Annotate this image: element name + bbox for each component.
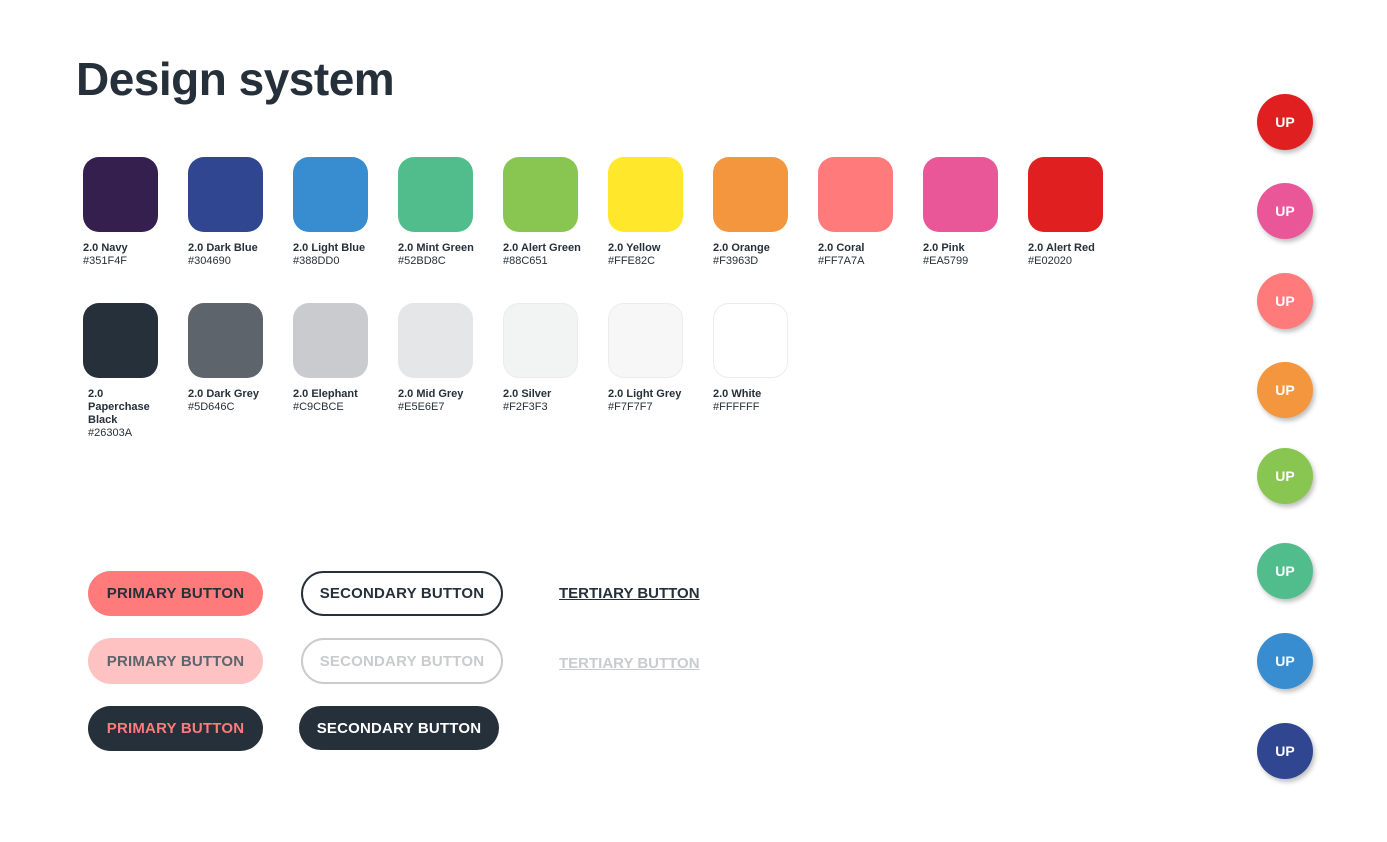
tertiary-button[interactable]: TERTIARY BUTTON <box>559 585 700 602</box>
up-label: UP <box>1275 293 1295 309</box>
swatch-chip <box>83 157 158 232</box>
swatch-hex: #F3963D <box>713 255 759 267</box>
swatch-name: 2.0 Yellow <box>608 242 661 254</box>
swatch-name: 2.0 Navy <box>83 242 128 254</box>
secondary-button-disabled[interactable]: SECONDARY BUTTON <box>301 638 503 684</box>
swatch-chip <box>818 157 893 232</box>
swatch-name: 2.0 White <box>713 388 762 400</box>
up-button-pink[interactable]: UP <box>1257 183 1313 239</box>
up-label: UP <box>1275 468 1295 484</box>
color-swatch-yellow: 2.0 Yellow #FFE82C <box>608 157 683 268</box>
swatch-chip <box>503 157 578 232</box>
swatch-hex: #351F4F <box>83 255 128 267</box>
swatch-hex: #F2F3F3 <box>503 401 548 413</box>
up-label: UP <box>1275 743 1295 759</box>
swatch-name: 2.0 Alert Red <box>1028 242 1095 254</box>
swatch-hex: #E02020 <box>1028 255 1073 267</box>
swatch-chip <box>293 157 368 232</box>
color-swatch-elephant: 2.0 Elephant #C9CBCE <box>293 303 368 440</box>
up-button-red[interactable]: UP <box>1257 94 1313 150</box>
color-swatch-alert-green: 2.0 Alert Green #88C651 <box>503 157 581 268</box>
swatch-hex: #C9CBCE <box>293 401 344 413</box>
color-palette-row-2: 2.0 Paperchase Black #26303A 2.0 Dark Gr… <box>83 303 788 440</box>
swatch-hex: #FF7A7A <box>818 255 865 267</box>
swatch-name: 2.0 Mint Green <box>398 242 474 254</box>
swatch-chip <box>398 157 473 232</box>
swatch-hex: #304690 <box>188 255 231 267</box>
color-swatch-navy: 2.0 Navy #351F4F <box>83 157 158 268</box>
up-button-light-blue[interactable]: UP <box>1257 633 1313 689</box>
up-label: UP <box>1275 382 1295 398</box>
color-swatch-mint-green: 2.0 Mint Green #52BD8C <box>398 157 474 268</box>
swatch-hex: #88C651 <box>503 255 548 267</box>
tertiary-button-disabled[interactable]: TERTIARY BUTTON <box>559 655 700 672</box>
up-label: UP <box>1275 203 1295 219</box>
swatch-name: 2.0 Light Blue <box>293 242 366 254</box>
up-button-dark-blue[interactable]: UP <box>1257 723 1313 779</box>
up-label: UP <box>1275 114 1295 130</box>
swatch-name: 2.0 Elephant <box>293 388 358 400</box>
swatch-chip <box>503 303 578 378</box>
swatch-hex: #26303A <box>88 427 133 439</box>
secondary-button[interactable]: SECONDARY BUTTON <box>301 571 503 616</box>
color-swatch-paperchase-black: 2.0 Paperchase Black #26303A <box>83 303 158 440</box>
primary-button[interactable]: PRIMARY BUTTON <box>88 571 263 616</box>
color-swatch-silver: 2.0 Silver #F2F3F3 <box>503 303 578 440</box>
swatch-chip <box>1028 157 1103 232</box>
swatch-name: 2.0 Silver <box>503 388 552 400</box>
swatch-name: 2.0 Orange <box>713 242 770 254</box>
swatch-hex: #E5E6E7 <box>398 401 445 413</box>
swatch-chip <box>608 157 683 232</box>
swatch-chip <box>398 303 473 378</box>
swatch-chip <box>713 157 788 232</box>
swatch-name: 2.0 Mid Grey <box>398 388 464 400</box>
swatch-hex: #FFE82C <box>608 255 656 267</box>
color-swatch-dark-grey: 2.0 Dark Grey #5D646C <box>188 303 263 440</box>
swatch-name: 2.0 Light Grey <box>608 388 682 400</box>
secondary-button-dark[interactable]: SECONDARY BUTTON <box>299 706 499 750</box>
swatch-chip <box>713 303 788 378</box>
up-button-alert-green[interactable]: UP <box>1257 448 1313 504</box>
swatch-hex: #5D646C <box>188 401 235 413</box>
color-swatch-light-grey: 2.0 Light Grey #F7F7F7 <box>608 303 683 440</box>
swatch-name: 2.0 Coral <box>818 242 865 254</box>
up-button-orange[interactable]: UP <box>1257 362 1313 418</box>
up-button-mint-green[interactable]: UP <box>1257 543 1313 599</box>
swatch-hex: #388DD0 <box>293 255 340 267</box>
color-palette-row-1: 2.0 Navy #351F4F 2.0 Dark Blue #304690 2… <box>83 157 1103 268</box>
primary-button-disabled[interactable]: PRIMARY BUTTON <box>88 638 263 684</box>
swatch-chip <box>293 303 368 378</box>
up-button-coral[interactable]: UP <box>1257 273 1313 329</box>
color-swatch-light-blue: 2.0 Light Blue #388DD0 <box>293 157 368 268</box>
color-swatch-pink: 2.0 Pink #EA5799 <box>923 157 998 268</box>
color-swatch-dark-blue: 2.0 Dark Blue #304690 <box>188 157 263 268</box>
swatch-name: 2.0 Pink <box>923 242 965 254</box>
primary-button-dark[interactable]: PRIMARY BUTTON <box>88 706 263 751</box>
color-swatch-white: 2.0 White #FFFFFF <box>713 303 788 440</box>
swatch-hex: #F7F7F7 <box>608 401 653 413</box>
swatch-name: 2.0 Paperchase Black <box>88 388 150 426</box>
swatch-chip <box>608 303 683 378</box>
swatch-name: 2.0 Alert Green <box>503 242 581 254</box>
swatch-hex: #EA5799 <box>923 255 969 267</box>
swatch-chip <box>923 157 998 232</box>
page-title: Design system <box>76 53 395 105</box>
swatch-chip <box>83 303 158 378</box>
swatch-hex: #FFFFFF <box>713 401 760 413</box>
swatch-name: 2.0 Dark Blue <box>188 242 258 254</box>
swatch-name: 2.0 Dark Grey <box>188 388 259 400</box>
swatch-chip <box>188 303 263 378</box>
color-swatch-mid-grey: 2.0 Mid Grey #E5E6E7 <box>398 303 473 440</box>
up-label: UP <box>1275 653 1295 669</box>
up-label: UP <box>1275 563 1295 579</box>
color-swatch-orange: 2.0 Orange #F3963D <box>713 157 788 268</box>
swatch-hex: #52BD8C <box>398 255 446 267</box>
swatch-chip <box>188 157 263 232</box>
color-swatch-coral: 2.0 Coral #FF7A7A <box>818 157 893 268</box>
color-swatch-alert-red: 2.0 Alert Red #E02020 <box>1028 157 1103 268</box>
